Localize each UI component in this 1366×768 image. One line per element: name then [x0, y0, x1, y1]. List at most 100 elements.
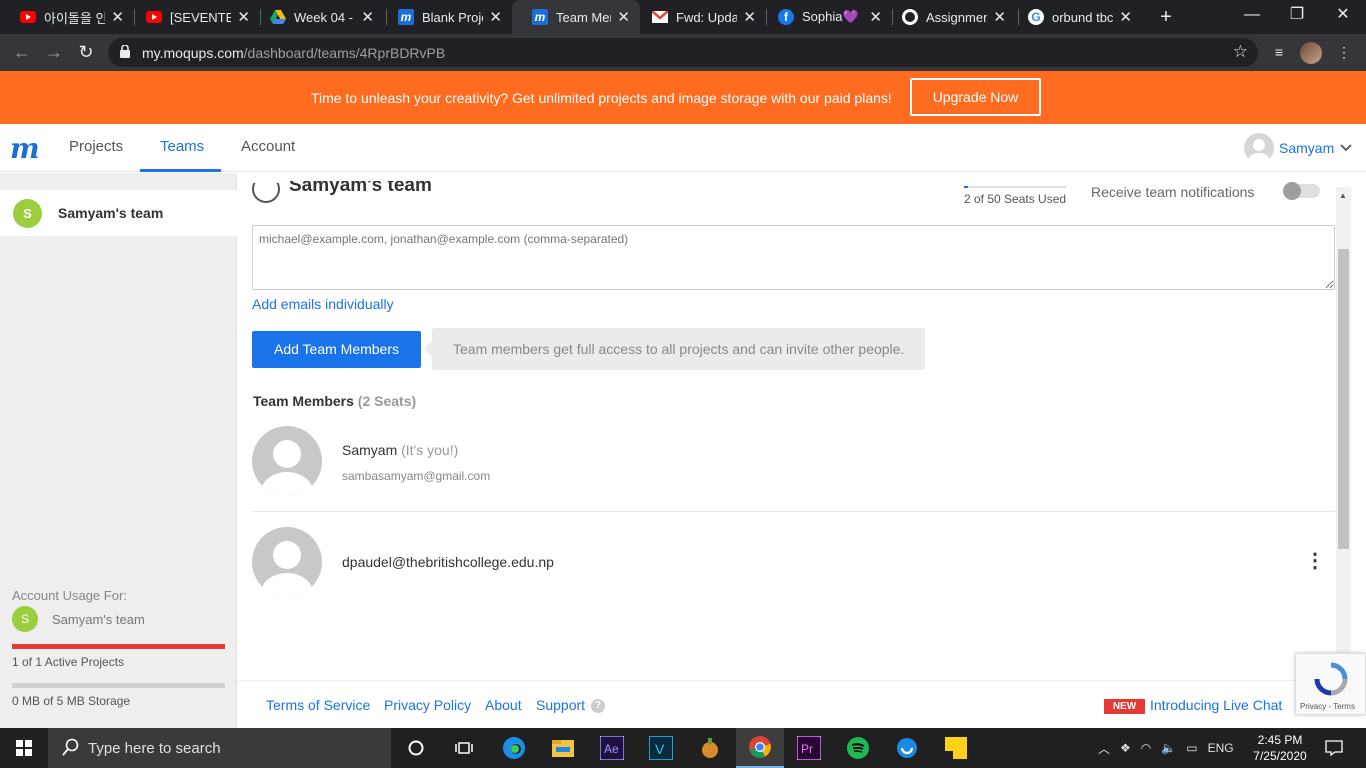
github-icon — [902, 9, 918, 25]
browser-tab[interactable]: 아이돌을 인 ✕ — [0, 0, 134, 34]
scroll-up-icon[interactable]: ▲ — [1339, 191, 1347, 200]
taskbar-search[interactable]: Type here to search — [48, 728, 391, 768]
premiere-icon[interactable]: Pr — [785, 728, 833, 768]
notifications-icon[interactable] — [1310, 728, 1358, 768]
moqups-logo[interactable]: m — [10, 132, 40, 165]
close-icon[interactable]: ✕ — [869, 8, 882, 26]
media-queue-icon[interactable]: ≡ — [1268, 41, 1290, 63]
browser-tab-active[interactable]: m Team Meml ✕ — [512, 0, 640, 34]
game-app-icon[interactable] — [686, 728, 734, 768]
wifi-icon[interactable]: ◠ — [1141, 741, 1151, 755]
member-email: sambasamyam@gmail.com — [342, 469, 491, 483]
scrollbar[interactable]: ▲ — [1336, 187, 1351, 680]
support-link[interactable]: Support — [536, 697, 585, 713]
app-icon[interactable] — [883, 728, 931, 768]
member-name: Samyam (It's you!) — [342, 442, 459, 458]
browser-tab[interactable]: Week 04 - C ✕ — [250, 0, 384, 34]
sidebar-item-team[interactable]: S Samyam's team — [0, 190, 237, 236]
scroll-thumb[interactable] — [1338, 249, 1349, 549]
member-avatar — [252, 527, 322, 597]
storage-usage-label: 0 MB of 5 MB Storage — [12, 694, 131, 708]
volume-icon[interactable]: 🔈 — [1161, 741, 1176, 755]
back-arrow-icon[interactable]: ← — [10, 40, 34, 64]
tab-title: Blank Projec — [422, 9, 483, 25]
close-icon[interactable]: ✕ — [993, 8, 1006, 26]
browser-tab[interactable]: f Sophia💜 ✨ ✕ — [758, 0, 892, 34]
help-icon[interactable]: ? — [591, 699, 605, 713]
file-explorer-icon[interactable] — [539, 728, 587, 768]
close-icon[interactable]: ✕ — [1119, 8, 1132, 26]
member-avatar — [252, 426, 322, 496]
url-text: my.moqups.com/dashboard/teams/4RprBDRvPB — [142, 45, 446, 61]
invite-emails-input[interactable] — [252, 225, 1335, 290]
close-icon[interactable]: ✕ — [617, 8, 630, 26]
new-badge: NEW — [1104, 699, 1145, 714]
google-drive-icon — [270, 9, 286, 25]
menu-dots-icon[interactable]: ⋮ — [1333, 41, 1355, 63]
cortana-icon[interactable] — [392, 728, 440, 768]
upgrade-now-button[interactable]: Upgrade Now — [910, 78, 1041, 116]
team-member-row: dpaudel@thebritishcollege.edu.np ⋮ — [252, 527, 1335, 627]
recaptcha-links[interactable]: Privacy - Terms — [1300, 702, 1355, 711]
address-bar[interactable]: my.moqups.com/dashboard/teams/4RprBDRvPB… — [108, 38, 1258, 67]
after-effects-icon[interactable]: Ae — [588, 728, 636, 768]
sticky-notes-icon[interactable] — [932, 728, 980, 768]
close-icon[interactable]: ✕ — [111, 8, 124, 26]
recaptcha-badge[interactable]: Privacy - Terms — [1295, 653, 1366, 715]
terms-of-service-link[interactable]: Terms of Service — [266, 697, 370, 713]
add-emails-individually-link[interactable]: Add emails individually — [252, 296, 394, 312]
members-hint: Team members get full access to all proj… — [424, 328, 925, 370]
browser-tab[interactable]: m Blank Projec ✕ — [378, 0, 512, 34]
tab-title: 아이돌을 인 — [44, 10, 106, 26]
live-chat-link[interactable]: Introducing Live Chat — [1150, 697, 1282, 713]
browser-profile-avatar[interactable] — [1300, 42, 1322, 64]
chrome-icon[interactable] — [736, 728, 784, 768]
browser-tab[interactable]: Fwd: Updat ✕ — [632, 0, 766, 34]
browser-tab[interactable]: G orbund tbc ✕ — [1008, 0, 1142, 34]
user-avatar — [1244, 133, 1274, 163]
team-title[interactable]: Samyam's team — [289, 181, 432, 197]
nav-teams[interactable]: Teams — [160, 138, 204, 155]
notifications-toggle[interactable] — [1283, 182, 1320, 200]
browser-tab[interactable]: [SEVENTEEN ✕ — [126, 0, 260, 34]
close-icon[interactable]: ✕ — [361, 8, 374, 26]
language-indicator[interactable]: ENG — [1208, 741, 1234, 755]
moqups-icon: m — [398, 9, 414, 25]
dropbox-icon[interactable]: ❖ — [1120, 741, 1131, 755]
windows-start-icon[interactable] — [0, 728, 48, 768]
nav-account[interactable]: Account — [241, 138, 295, 155]
sidebar-team-name: Samyam's team — [58, 205, 164, 221]
reload-icon[interactable]: ↻ — [74, 40, 98, 64]
member-options-icon[interactable]: ⋮ — [1305, 549, 1325, 573]
new-tab-button[interactable]: + — [1153, 4, 1179, 30]
about-link[interactable]: About — [485, 697, 522, 713]
edge-icon[interactable] — [490, 728, 538, 768]
browser-tab[interactable]: Assignment ✕ — [882, 0, 1016, 34]
team-icon — [252, 183, 280, 203]
close-window-button[interactable]: ✕ — [1320, 0, 1366, 30]
close-icon[interactable]: ✕ — [237, 8, 250, 26]
svg-text:V: V — [655, 741, 665, 757]
bookmark-star-icon[interactable]: ☆ — [1233, 42, 1248, 62]
restore-button[interactable]: ❐ — [1274, 0, 1320, 30]
promo-banner: Time to unleash your creativity? Get unl… — [0, 71, 1366, 124]
vegas-icon[interactable]: V — [637, 728, 685, 768]
privacy-policy-link[interactable]: Privacy Policy — [384, 697, 471, 713]
forward-arrow-icon[interactable]: → — [42, 40, 66, 64]
user-menu[interactable]: Samyam — [1244, 133, 1352, 163]
team-members-heading: Team Members (2 Seats) — [253, 393, 417, 409]
close-icon[interactable]: ✕ — [743, 8, 756, 26]
team-main-panel: Samyam's team 2 of 50 Seats Used Receive… — [238, 173, 1336, 680]
account-usage-title: Account Usage For: — [12, 588, 127, 603]
youtube-icon — [20, 9, 36, 25]
chevron-up-icon[interactable]: ︿ — [1098, 740, 1110, 757]
add-team-members-button[interactable]: Add Team Members — [252, 331, 421, 368]
battery-icon[interactable]: ▭ — [1186, 741, 1197, 755]
task-view-icon[interactable] — [440, 728, 488, 768]
minimize-button[interactable]: — — [1229, 0, 1275, 30]
nav-projects[interactable]: Projects — [69, 138, 123, 155]
close-icon[interactable]: ✕ — [489, 8, 502, 26]
tab-title: Sophia💜 ✨ — [802, 9, 863, 24]
spotify-icon[interactable] — [834, 728, 882, 768]
system-clock[interactable]: 2:45 PM 7/25/2020 — [1252, 732, 1308, 764]
